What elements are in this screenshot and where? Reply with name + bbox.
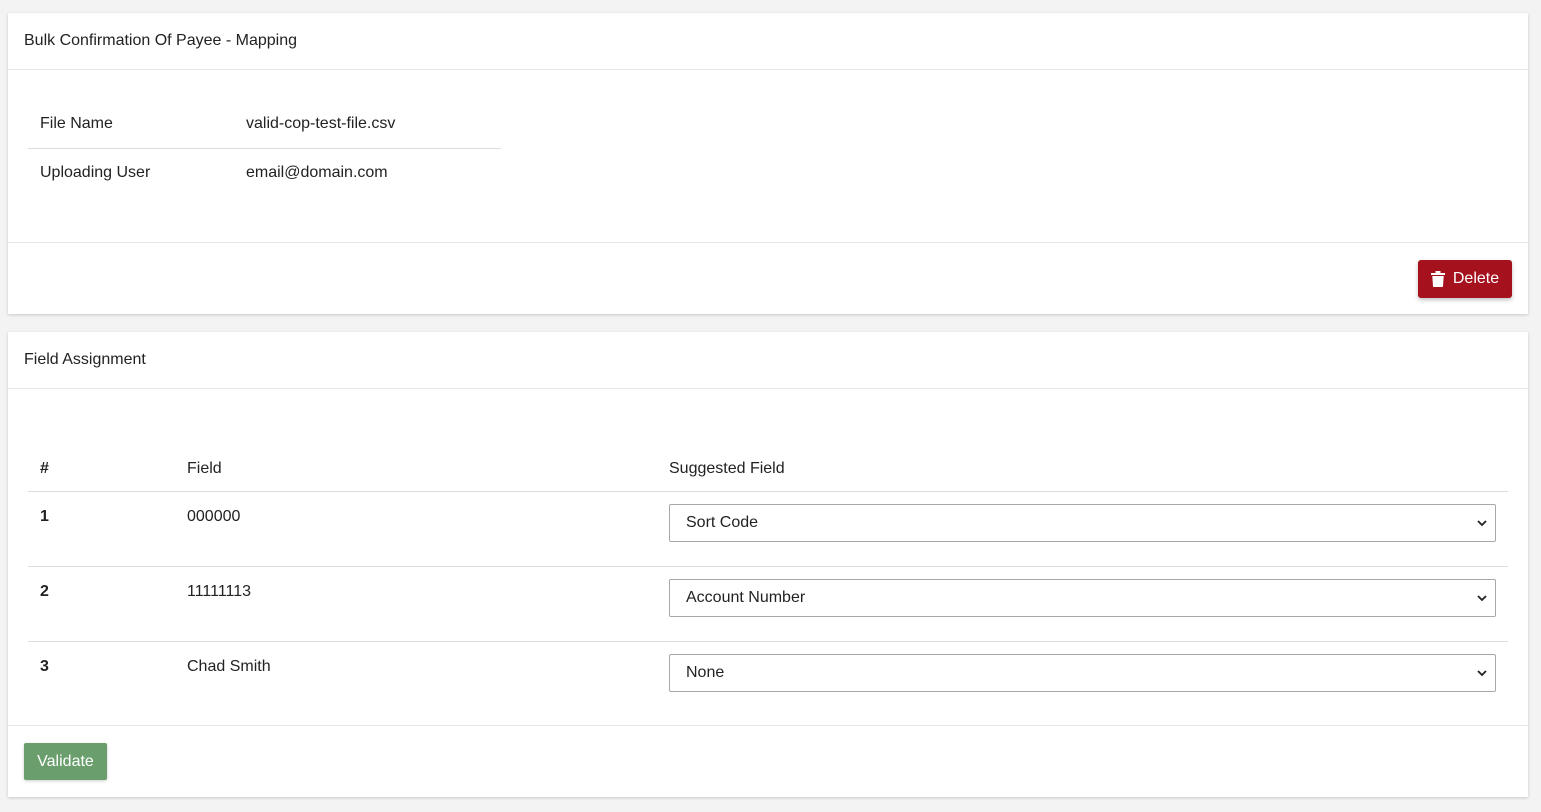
uploading-user-value: email@domain.com bbox=[246, 164, 388, 181]
select-value: Sort Code bbox=[686, 514, 759, 531]
table-row: 3 Chad Smith None bbox=[28, 642, 1508, 717]
row-number: 1 bbox=[28, 491, 175, 567]
delete-label: Delete bbox=[1452, 270, 1500, 287]
mapping-card: Bulk Confirmation Of Payee - Mapping Fil… bbox=[8, 13, 1528, 314]
column-header-field: Field bbox=[175, 446, 657, 492]
row-field-value: 000000 bbox=[175, 491, 657, 567]
table-row: 2 11111113 Account Number bbox=[28, 566, 1508, 642]
field-assignment-table: # Field Suggested Field 1 000000 Sort Co… bbox=[28, 446, 1508, 716]
field-assignment-title: Field Assignment bbox=[8, 332, 1528, 389]
table-header-row: # Field Suggested Field bbox=[28, 446, 1508, 492]
mapping-card-footer: Delete bbox=[8, 242, 1528, 314]
row-number: 3 bbox=[40, 658, 49, 675]
chevron-down-icon bbox=[1477, 664, 1487, 682]
delete-button[interactable]: Delete bbox=[1418, 260, 1512, 298]
validate-button[interactable]: Validate bbox=[24, 743, 107, 780]
mapping-card-title: Bulk Confirmation Of Payee - Mapping bbox=[8, 13, 1528, 70]
file-details-table: File Name valid-cop-test-file.csv Upload… bbox=[28, 100, 501, 197]
chevron-down-icon bbox=[1477, 514, 1487, 532]
column-header-number: # bbox=[28, 446, 175, 492]
uploading-user-row: Uploading User email@domain.com bbox=[28, 149, 501, 198]
suggested-field-select[interactable]: None bbox=[669, 654, 1496, 692]
select-value: Account Number bbox=[686, 589, 806, 606]
suggested-field-select[interactable]: Account Number bbox=[669, 579, 1496, 617]
row-suggested-cell: Sort Code bbox=[657, 491, 1508, 567]
suggested-field-select[interactable]: Sort Code bbox=[669, 504, 1496, 542]
trash-icon bbox=[1430, 271, 1445, 287]
chevron-down-icon bbox=[1477, 589, 1487, 607]
column-header-suggested-field: Suggested Field bbox=[657, 446, 1508, 492]
row-suggested-cell: None bbox=[657, 642, 1508, 717]
select-value: None bbox=[686, 664, 725, 681]
row-suggested-cell: Account Number bbox=[657, 566, 1508, 642]
table-row: 1 000000 Sort Code bbox=[28, 491, 1508, 567]
file-name-row: File Name valid-cop-test-file.csv bbox=[28, 100, 501, 149]
field-assignment-footer: Validate bbox=[8, 725, 1528, 797]
file-name-label: File Name bbox=[28, 100, 234, 149]
file-name-value: valid-cop-test-file.csv bbox=[234, 100, 501, 149]
field-assignment-card: Field Assignment # Field Suggested Field… bbox=[8, 332, 1528, 797]
uploading-user-label: Uploading User bbox=[40, 164, 151, 181]
row-field-value: 11111113 bbox=[175, 566, 657, 642]
row-number: 2 bbox=[28, 566, 175, 642]
row-field-value: Chad Smith bbox=[187, 658, 271, 675]
